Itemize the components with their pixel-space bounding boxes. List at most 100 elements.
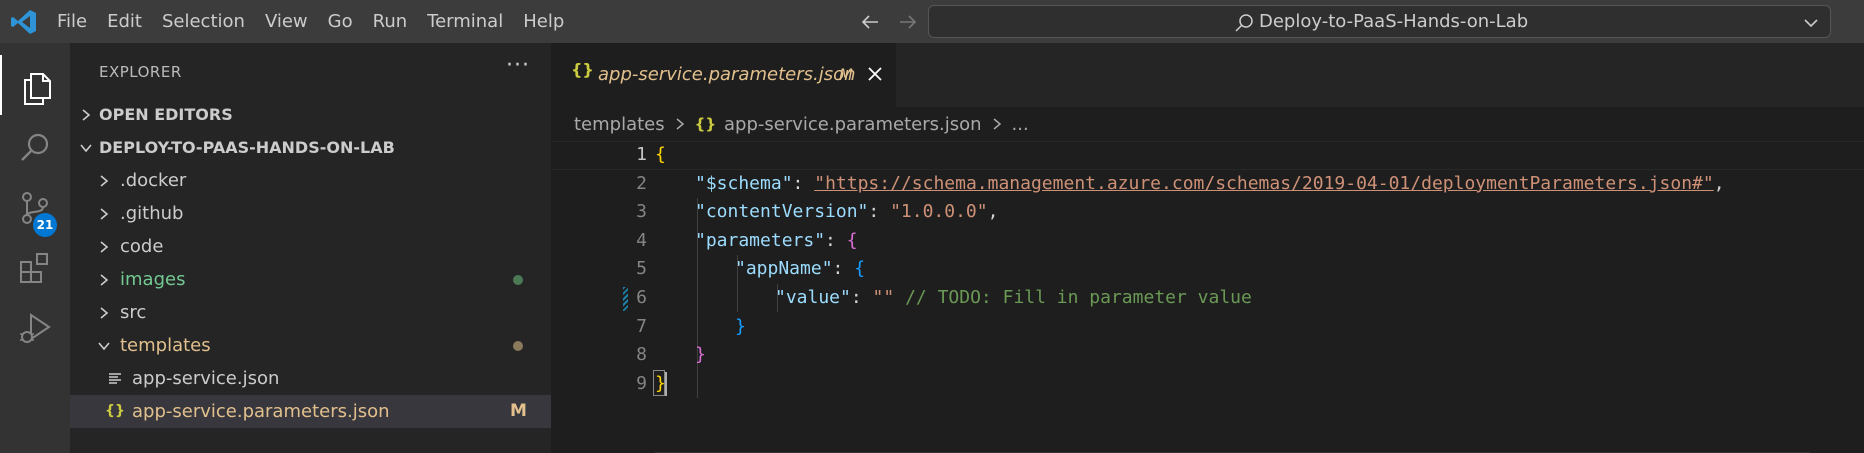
folder-code[interactable]: code	[70, 230, 551, 263]
files-icon	[24, 73, 51, 105]
open-editors-label: OPEN EDITORS	[99, 105, 233, 124]
workspace-section[interactable]: DEPLOY-TO-PAAS-HANDS-ON-LAB	[70, 131, 551, 164]
menu-go[interactable]: Go	[318, 0, 363, 43]
folder-images[interactable]: images	[70, 263, 551, 296]
git-status-dot	[513, 275, 523, 285]
chevron-down-icon	[98, 342, 110, 351]
code-line: 5 "appName": {	[551, 255, 1864, 284]
text-cursor	[665, 372, 667, 396]
folder-label: src	[120, 302, 147, 323]
breadcrumb-folder[interactable]: templates	[574, 114, 665, 135]
folder-docker[interactable]: .docker	[70, 164, 551, 197]
chevron-right-icon	[993, 118, 1001, 130]
chevron-down-icon[interactable]	[1802, 14, 1820, 32]
bracket-match-highlight	[653, 370, 665, 396]
folder-label: .docker	[120, 170, 187, 191]
close-icon[interactable]	[866, 65, 884, 83]
brace: {	[846, 229, 858, 251]
json-comma: ,	[1713, 172, 1725, 194]
brace: }	[695, 344, 706, 366]
menu-selection[interactable]: Selection	[152, 0, 255, 43]
json-colon: :	[825, 229, 847, 251]
json-file-icon: {}	[571, 60, 594, 79]
code-line: 7 }	[551, 313, 1864, 342]
json-key: "$schema"	[695, 172, 793, 194]
git-status-dot	[513, 341, 523, 351]
line-number: 1	[636, 144, 647, 165]
menu-view[interactable]: View	[255, 0, 318, 43]
activity-explorer[interactable]	[0, 55, 70, 115]
json-comma: ,	[987, 201, 999, 223]
sidebar-title: EXPLORER	[99, 63, 182, 81]
more-actions-icon[interactable]: ···	[506, 53, 530, 78]
activity-bar: 21	[0, 43, 70, 453]
menu-terminal[interactable]: Terminal	[417, 0, 513, 43]
chevron-down-icon	[80, 144, 92, 153]
forward-arrow-icon[interactable]	[896, 10, 920, 34]
code-line: 2 "$schema": "https://schema.management.…	[551, 170, 1864, 199]
line-number: 9	[636, 372, 647, 394]
command-center[interactable]: Deploy-to-PaaS-Hands-on-Lab	[928, 5, 1831, 38]
brace: }	[735, 315, 746, 337]
code-line: 9 }	[551, 370, 1864, 399]
json-file-icon: {}	[105, 403, 125, 419]
editor-area: {} app-service.parameters.json M templat…	[551, 43, 1864, 453]
file-label: app-service.json	[132, 368, 280, 389]
menu-edit[interactable]: Edit	[97, 0, 152, 43]
activity-extensions[interactable]	[0, 235, 70, 295]
activity-run-debug[interactable]	[0, 295, 70, 355]
code-line: 3 "contentVersion": "1.0.0.0",	[551, 198, 1864, 227]
folder-github[interactable]: .github	[70, 197, 551, 230]
breadcrumb-file[interactable]: app-service.parameters.json	[724, 114, 982, 135]
menu-bar: File Edit Selection View Go Run Terminal…	[47, 0, 574, 43]
code-line: 6 "value": "" // TODO: Fill in parameter…	[551, 284, 1864, 313]
json-key: "parameters"	[695, 229, 826, 251]
breadcrumb-more[interactable]: ...	[1012, 114, 1029, 135]
code-editor[interactable]: 1 { 2 "$schema": "https://schema.managem…	[551, 141, 1864, 453]
json-key: "value"	[775, 287, 851, 308]
folder-label: images	[120, 269, 186, 290]
extensions-icon	[20, 253, 48, 283]
file-app-service-parameters-json[interactable]: {} app-service.parameters.json M	[70, 395, 551, 428]
line-number: 7	[636, 315, 647, 337]
back-arrow-icon[interactable]	[858, 10, 882, 34]
line-number: 4	[636, 229, 647, 251]
menu-help[interactable]: Help	[513, 0, 574, 43]
chevron-right-icon	[100, 175, 109, 187]
chevron-right-icon	[100, 241, 109, 253]
json-key: "contentVersion"	[695, 201, 869, 223]
scm-badge: 21	[33, 213, 57, 237]
line-number: 2	[636, 172, 647, 194]
brace: {	[854, 258, 866, 280]
chevron-right-icon	[100, 307, 109, 319]
code-line: 8 }	[551, 341, 1864, 370]
vscode-logo-icon[interactable]	[10, 8, 38, 36]
menu-run[interactable]: Run	[363, 0, 418, 43]
folder-label: templates	[120, 335, 211, 356]
git-modified-badge: M	[510, 401, 527, 421]
tab-app-service-parameters-json[interactable]: {} app-service.parameters.json M	[551, 43, 896, 107]
brace: {	[655, 144, 666, 165]
folder-templates[interactable]: templates	[70, 329, 551, 362]
tab-label: app-service.parameters.json	[598, 64, 856, 85]
command-center-title: Deploy-to-PaaS-Hands-on-Lab	[1259, 11, 1529, 32]
file-app-service-json[interactable]: app-service.json	[70, 362, 551, 395]
activity-source-control[interactable]: 21	[0, 175, 70, 237]
activity-search[interactable]	[0, 115, 70, 175]
menu-file[interactable]: File	[47, 0, 97, 43]
json-string: ""	[872, 287, 895, 308]
code-comment: // TODO: Fill in parameter value	[894, 287, 1252, 308]
folder-label: .github	[120, 203, 184, 224]
file-label: app-service.parameters.json	[132, 401, 390, 422]
search-icon	[21, 133, 49, 161]
chevron-right-icon	[82, 109, 91, 121]
open-editors-section[interactable]: OPEN EDITORS	[70, 98, 551, 131]
title-bar: File Edit Selection View Go Run Terminal…	[0, 0, 1864, 43]
json-string-link[interactable]: "https://schema.management.azure.com/sch…	[814, 173, 1713, 194]
chevron-right-icon	[676, 118, 684, 130]
tab-modified-badge: M	[839, 65, 853, 84]
line-number: 5	[636, 258, 647, 280]
code-line: 4 "parameters": {	[551, 227, 1864, 256]
folder-src[interactable]: src	[70, 296, 551, 329]
json-colon: :	[832, 258, 855, 280]
